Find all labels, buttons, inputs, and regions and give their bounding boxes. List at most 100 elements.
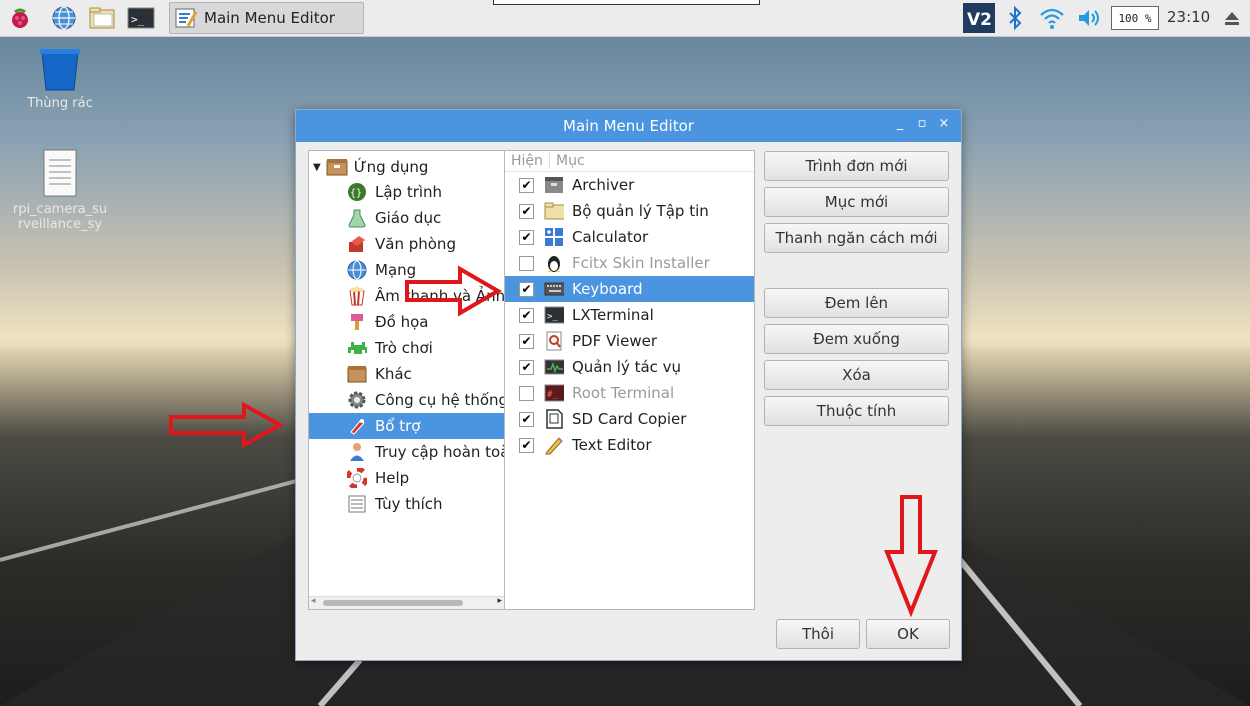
pencil-icon — [544, 435, 564, 455]
web-browser-icon[interactable] — [50, 4, 78, 32]
battery-indicator[interactable]: 100 % — [1110, 4, 1160, 32]
category-tree[interactable]: ▼ Ứng dụng {} Lập trình Giáo dục Văn phò… — [308, 150, 505, 610]
list-row-archiver[interactable]: ✔ Archiver — [505, 172, 754, 198]
show-checkbox[interactable] — [519, 385, 534, 401]
file-manager-icon[interactable] — [88, 4, 116, 32]
column-header-item[interactable]: Mục — [550, 153, 585, 169]
tree-item-graphics[interactable]: Đồ họa — [309, 309, 504, 335]
tree-item-games[interactable]: Trò chơi — [309, 335, 504, 361]
new-menu-button[interactable]: Trình đơn mới — [764, 151, 949, 181]
scroll-left-icon[interactable]: ◂ — [311, 596, 316, 606]
tree-item-office[interactable]: Văn phòng — [309, 231, 504, 257]
tree-item-preferences[interactable]: Tùy thích — [309, 491, 504, 517]
taskbar-window-button[interactable]: Main Menu Editor — [169, 2, 364, 34]
flask-icon — [347, 208, 367, 228]
maximize-button[interactable]: ▫ — [915, 116, 929, 131]
tree-item-label: Trò chơi — [375, 339, 433, 357]
list-row-keyboard[interactable]: ✔ Keyboard — [505, 276, 754, 302]
bluetooth-icon[interactable] — [1004, 4, 1026, 32]
list-row-calculator[interactable]: ✔ Calculator — [505, 224, 754, 250]
document-icon — [43, 149, 77, 197]
scrollbar-thumb[interactable] — [323, 600, 463, 606]
tree-item-programming[interactable]: {} Lập trình — [309, 179, 504, 205]
move-up-button[interactable]: Đem lên — [764, 288, 949, 318]
svg-text:>_: >_ — [547, 312, 558, 322]
brush-icon — [347, 312, 367, 332]
clock[interactable]: 23:10 — [1167, 8, 1210, 26]
wifi-icon[interactable] — [1038, 4, 1066, 32]
list-row-label: Quản lý tác vụ — [572, 358, 682, 376]
new-separator-button[interactable]: Thanh ngăn cách mới — [764, 223, 949, 253]
minimize-button[interactable]: _ — [893, 116, 907, 131]
lifebuoy-icon — [347, 468, 367, 488]
menu-item-list[interactable]: Hiện Mục ✔ Archiver ✔ Bộ quản lý Tập tin… — [504, 150, 755, 610]
tree-item-label: Âm thanh và Ảnh — [375, 287, 505, 305]
tree-item-education[interactable]: Giáo dục — [309, 205, 504, 231]
office-icon — [347, 234, 367, 254]
tree-item-sound-video[interactable]: Âm thanh và Ảnh — [309, 283, 504, 309]
tree-item-label: Đồ họa — [375, 313, 429, 331]
file-label-line2: rveillance_sy — [17, 217, 103, 232]
show-checkbox[interactable]: ✔ — [519, 411, 534, 427]
list-row-fcitx-skin-installer[interactable]: Fcitx Skin Installer — [505, 250, 754, 276]
tree-item-internet[interactable]: Mạng — [309, 257, 504, 283]
folder-icon — [544, 201, 564, 221]
list-row-file-manager[interactable]: ✔ Bộ quản lý Tập tin — [505, 198, 754, 224]
cancel-button[interactable]: Thôi — [776, 619, 860, 649]
tree-horizontal-scrollbar[interactable]: ◂ ▸ — [309, 596, 504, 609]
list-row-task-manager[interactable]: ✔ Quản lý tác vụ — [505, 354, 754, 380]
list-row-root-terminal[interactable]: #_ Root Terminal — [505, 380, 754, 406]
expander-down-icon[interactable]: ▼ — [313, 162, 321, 173]
person-icon — [347, 442, 367, 462]
trash-label: Thùng rác — [27, 96, 93, 111]
new-item-button[interactable]: Mục mới — [764, 187, 949, 217]
list-row-sd-card-copier[interactable]: ✔ SD Card Copier — [505, 406, 754, 432]
raspberry-menu-icon[interactable] — [6, 4, 34, 32]
list-row-label: Calculator — [572, 228, 649, 246]
column-header-show[interactable]: Hiện — [505, 153, 550, 169]
properties-button[interactable]: Thuộc tính — [764, 396, 949, 426]
ok-button[interactable]: OK — [866, 619, 950, 649]
show-checkbox[interactable]: ✔ — [519, 359, 534, 375]
popcorn-icon — [347, 286, 367, 306]
show-checkbox[interactable]: ✔ — [519, 307, 534, 323]
tree-root[interactable]: ▼ Ứng dụng — [313, 155, 428, 179]
list-header: Hiện Mục — [505, 151, 754, 172]
window-titlebar[interactable]: Main Menu Editor _ ▫ × — [296, 110, 961, 142]
tree-item-universal-access[interactable]: Truy cập hoàn toàn — [309, 439, 504, 465]
battery-label: 100 % — [1111, 6, 1159, 30]
show-checkbox[interactable]: ✔ — [519, 333, 534, 349]
show-checkbox[interactable]: ✔ — [519, 203, 534, 219]
show-checkbox[interactable]: ✔ — [519, 177, 534, 193]
list-row-label: Root Terminal — [572, 384, 675, 402]
scroll-right-icon[interactable]: ▸ — [497, 596, 502, 606]
tree-item-accessories[interactable]: Bổ trợ — [309, 413, 504, 439]
show-checkbox[interactable]: ✔ — [519, 281, 534, 297]
taskbar-window-label: Main Menu Editor — [204, 9, 335, 27]
terminal-icon[interactable]: >_ — [127, 4, 155, 32]
show-checkbox[interactable]: ✔ — [519, 229, 534, 245]
desktop-file[interactable]: rpi_camera_su rveillance_sy — [8, 148, 112, 232]
svg-text:>_: >_ — [131, 13, 145, 26]
svg-text:{}: {} — [350, 188, 362, 199]
list-row-pdf-viewer[interactable]: ✔ PDF Viewer — [505, 328, 754, 354]
tree-item-system-tools[interactable]: Công cụ hệ thống — [309, 387, 504, 413]
volume-icon[interactable] — [1075, 4, 1103, 32]
show-checkbox[interactable]: ✔ — [519, 437, 534, 453]
list-row-label: PDF Viewer — [572, 332, 657, 350]
show-checkbox[interactable] — [519, 255, 534, 271]
delete-button[interactable]: Xóa — [764, 360, 949, 390]
eject-icon[interactable] — [1220, 4, 1244, 32]
menu-editor-icon — [174, 6, 198, 30]
main-menu-editor-window: Main Menu Editor _ ▫ × ▼ Ứng dụng {} Lập… — [295, 109, 962, 661]
vnc-icon[interactable]: V2 — [962, 3, 996, 33]
tree-item-help[interactable]: Help — [309, 465, 504, 491]
list-row-text-editor[interactable]: ✔ Text Editor — [505, 432, 754, 458]
list-row-lxterminal[interactable]: ✔ >_ LXTerminal — [505, 302, 754, 328]
tree-item-label: Bổ trợ — [375, 417, 421, 435]
close-button[interactable]: × — [937, 116, 951, 131]
move-down-button[interactable]: Đem xuống — [764, 324, 949, 354]
desktop-trash[interactable]: Thùng rác — [20, 46, 100, 111]
tux-icon — [544, 253, 564, 273]
tree-item-other[interactable]: Khác — [309, 361, 504, 387]
